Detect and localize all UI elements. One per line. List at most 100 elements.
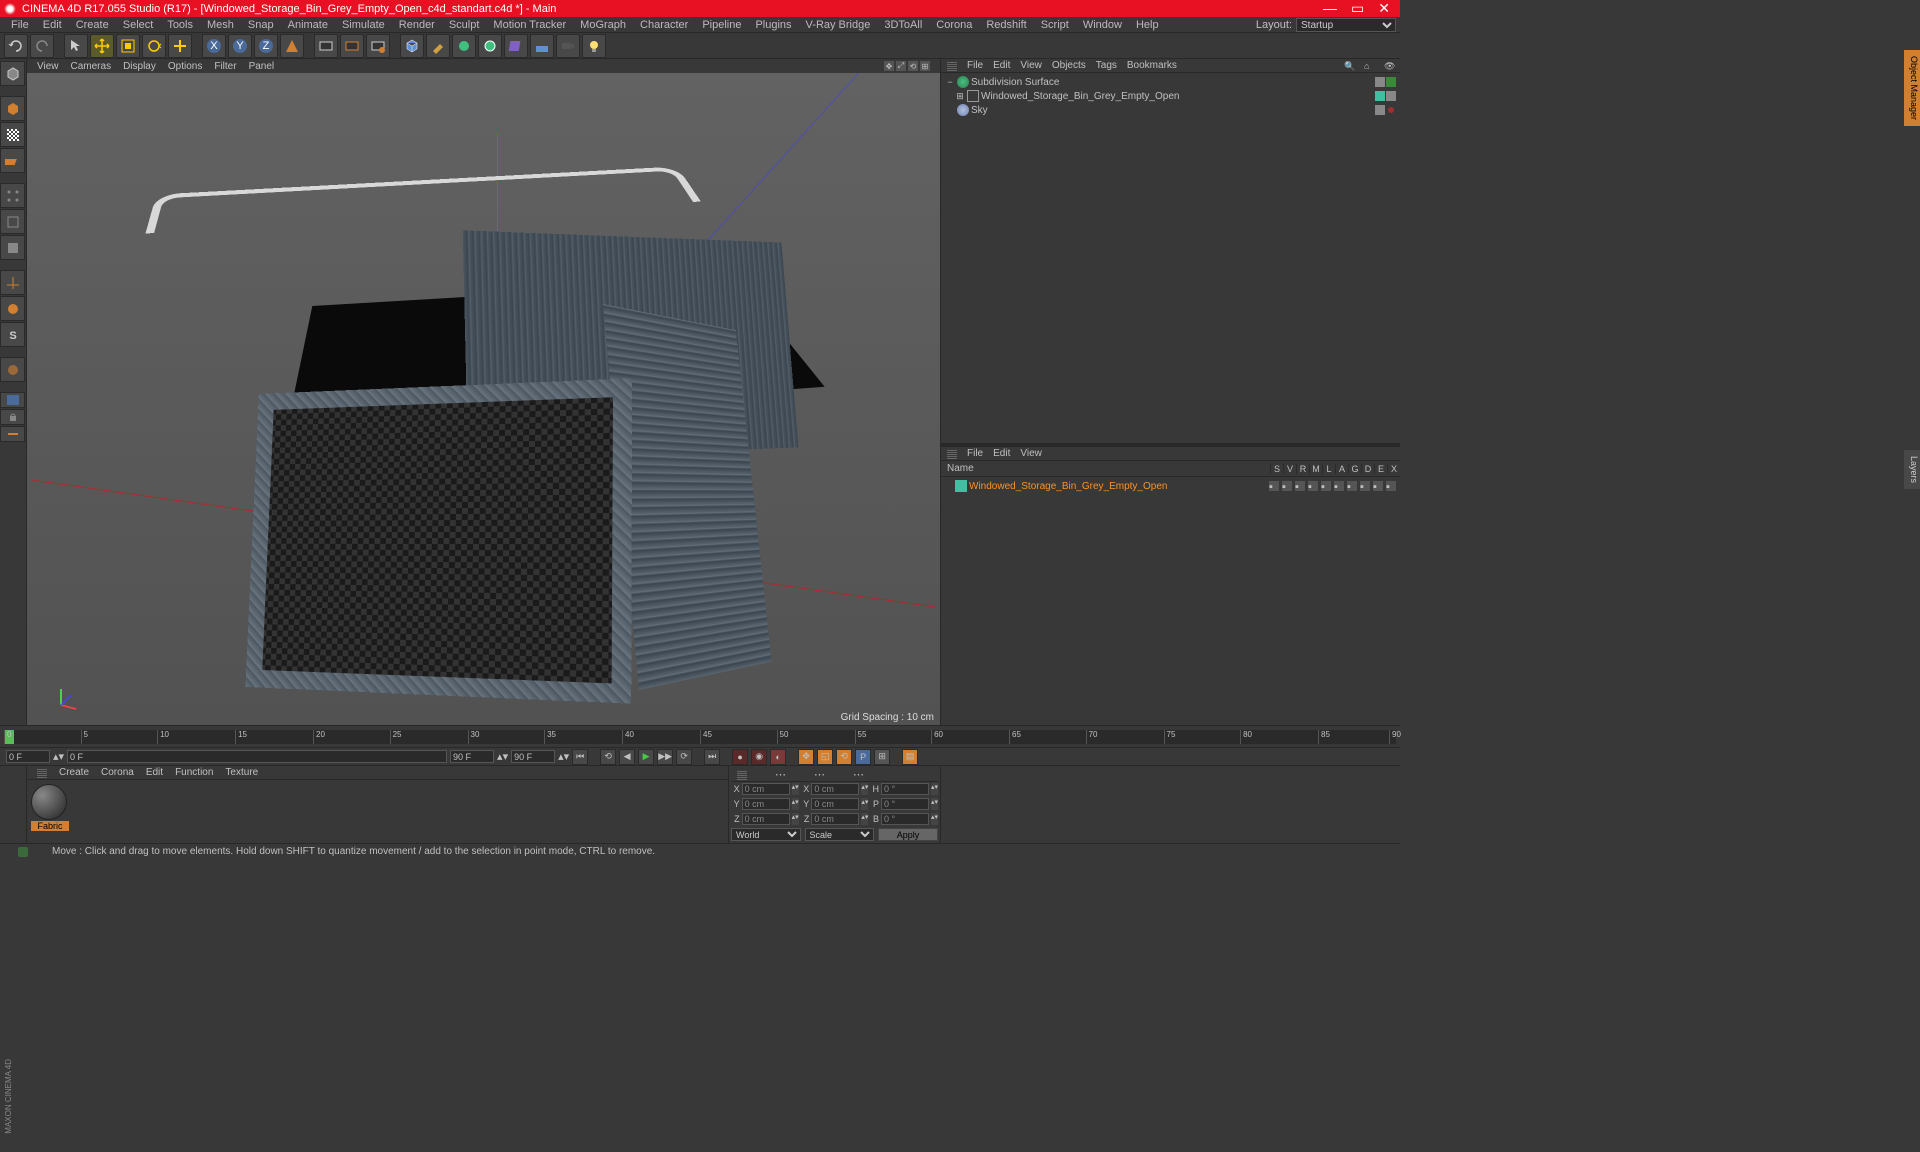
- take-flag[interactable]: ▪: [1295, 481, 1305, 491]
- takes-col-e[interactable]: E: [1374, 464, 1387, 474]
- lastused-tool[interactable]: [168, 34, 192, 58]
- panel-grip-icon[interactable]: [947, 449, 957, 459]
- mat-menu-texture[interactable]: Texture: [225, 767, 258, 778]
- axis-y-button[interactable]: Y: [228, 34, 252, 58]
- menu-help[interactable]: Help: [1129, 19, 1166, 31]
- menu-simulate[interactable]: Simulate: [335, 19, 392, 31]
- coord-apply-button[interactable]: Apply: [878, 828, 938, 841]
- subdiv-button[interactable]: [452, 34, 476, 58]
- panel-grip-icon[interactable]: [737, 770, 747, 780]
- takes-col-g[interactable]: G: [1348, 464, 1361, 474]
- take-label[interactable]: Windowed_Storage_Bin_Grey_Empty_Open: [969, 481, 1269, 492]
- move-tool[interactable]: [90, 34, 114, 58]
- menu-create[interactable]: Create: [69, 19, 116, 31]
- attribute-manager[interactable]: [940, 766, 1400, 843]
- om-eye-icon[interactable]: 👁: [1384, 61, 1394, 71]
- take-flag[interactable]: ▪: [1308, 481, 1318, 491]
- coord-pos-x[interactable]: [742, 783, 790, 795]
- om-menu-bookmarks[interactable]: Bookmarks: [1127, 60, 1177, 71]
- takes-col-a[interactable]: A: [1335, 464, 1348, 474]
- tweak-button[interactable]: [0, 392, 25, 408]
- play-button[interactable]: ▶: [638, 749, 654, 765]
- panel-grip-icon[interactable]: [947, 61, 957, 71]
- menu-snap[interactable]: Snap: [241, 19, 281, 31]
- deformer-button[interactable]: [504, 34, 528, 58]
- tk-menu-file[interactable]: File: [967, 448, 983, 459]
- cube-primitive-button[interactable]: [400, 34, 424, 58]
- take-flag[interactable]: ▪: [1269, 481, 1279, 491]
- mat-menu-function[interactable]: Function: [175, 767, 213, 778]
- vp-nav-zoom-icon[interactable]: ⤢: [896, 61, 906, 71]
- layers-tab[interactable]: Layers: [1904, 450, 1920, 489]
- coord-size-x[interactable]: [811, 783, 859, 795]
- maximize-button[interactable]: ▭: [1351, 0, 1364, 17]
- autokey-button[interactable]: ◉: [751, 749, 767, 765]
- menu-sculpt[interactable]: Sculpt: [442, 19, 487, 31]
- light-button[interactable]: [582, 34, 606, 58]
- rotate-tool[interactable]: [142, 34, 166, 58]
- menu-window[interactable]: Window: [1076, 19, 1129, 31]
- select-tool[interactable]: [64, 34, 88, 58]
- tk-menu-edit[interactable]: Edit: [993, 448, 1010, 459]
- range-slider[interactable]: [67, 750, 447, 763]
- prev-frame-button[interactable]: ◀: [619, 749, 635, 765]
- object-manager-tab[interactable]: Object Manager: [1904, 50, 1920, 126]
- coord-rot-b[interactable]: [881, 813, 929, 825]
- record-button[interactable]: ●: [732, 749, 748, 765]
- tree-item-label[interactable]: Windowed_Storage_Bin_Grey_Empty_Open: [981, 91, 1375, 102]
- dot-tag[interactable]: [1388, 107, 1394, 113]
- coord-system-button[interactable]: [280, 34, 304, 58]
- menu-animate[interactable]: Animate: [281, 19, 335, 31]
- takes-col-x[interactable]: X: [1387, 464, 1400, 474]
- menu-vray[interactable]: V-Ray Bridge: [799, 19, 878, 31]
- menu-edit[interactable]: Edit: [36, 19, 69, 31]
- vis-tag[interactable]: [1386, 91, 1396, 101]
- takes-col-r[interactable]: R: [1296, 464, 1309, 474]
- vp-menu-cameras[interactable]: Cameras: [71, 61, 112, 72]
- vp-menu-options[interactable]: Options: [168, 61, 202, 72]
- menu-corona[interactable]: Corona: [929, 19, 979, 31]
- render-settings-button[interactable]: [366, 34, 390, 58]
- vp-menu-panel[interactable]: Panel: [249, 61, 275, 72]
- menu-pipeline[interactable]: Pipeline: [695, 19, 748, 31]
- takes-col-s[interactable]: S: [1270, 464, 1283, 474]
- layer-color-icon[interactable]: [955, 480, 967, 492]
- menu-motiontracker[interactable]: Motion Tracker: [486, 19, 573, 31]
- take-flag[interactable]: ▪: [1386, 481, 1396, 491]
- vp-menu-display[interactable]: Display: [123, 61, 156, 72]
- environment-button[interactable]: [530, 34, 554, 58]
- timeline-window-button[interactable]: ▤: [902, 749, 918, 765]
- redo-button[interactable]: [30, 34, 54, 58]
- object-tree[interactable]: − Subdivision Surface ⊞ Windowed_Storage…: [941, 73, 1400, 443]
- misc-button[interactable]: [0, 426, 25, 442]
- take-flag[interactable]: ▪: [1347, 481, 1357, 491]
- expand-toggle[interactable]: ⊞: [955, 91, 965, 102]
- om-home-icon[interactable]: ⌂: [1364, 61, 1374, 71]
- menu-render[interactable]: Render: [392, 19, 442, 31]
- coord-size-z[interactable]: [811, 813, 859, 825]
- coord-pos-z[interactable]: [742, 813, 790, 825]
- axis-tool-button[interactable]: [0, 270, 25, 295]
- tree-item-label[interactable]: Sky: [971, 105, 1375, 116]
- menu-plugins[interactable]: Plugins: [748, 19, 798, 31]
- snap-button[interactable]: S: [0, 322, 25, 347]
- menu-script[interactable]: Script: [1034, 19, 1076, 31]
- axis-x-button[interactable]: X: [202, 34, 226, 58]
- vp-nav-pan-icon[interactable]: ✥: [884, 61, 894, 71]
- menu-redshift[interactable]: Redshift: [979, 19, 1033, 31]
- menu-tools[interactable]: Tools: [160, 19, 200, 31]
- menu-mograph[interactable]: MoGraph: [573, 19, 633, 31]
- tree-row-object[interactable]: ⊞ Windowed_Storage_Bin_Grey_Empty_Open: [943, 89, 1398, 103]
- workplane-button[interactable]: [0, 148, 25, 173]
- material-preview-icon[interactable]: [31, 784, 67, 820]
- make-editable-button[interactable]: [0, 61, 25, 86]
- expand-toggle[interactable]: −: [945, 77, 955, 87]
- coord-space-dropdown[interactable]: World: [731, 828, 801, 841]
- coord-rot-p[interactable]: [881, 798, 929, 810]
- axis-z-button[interactable]: Z: [254, 34, 278, 58]
- coord-rot-h[interactable]: [881, 783, 929, 795]
- render-view-button[interactable]: [314, 34, 338, 58]
- range-end-field[interactable]: [511, 750, 555, 763]
- take-flag[interactable]: ▪: [1334, 481, 1344, 491]
- close-button[interactable]: ✕: [1378, 0, 1390, 17]
